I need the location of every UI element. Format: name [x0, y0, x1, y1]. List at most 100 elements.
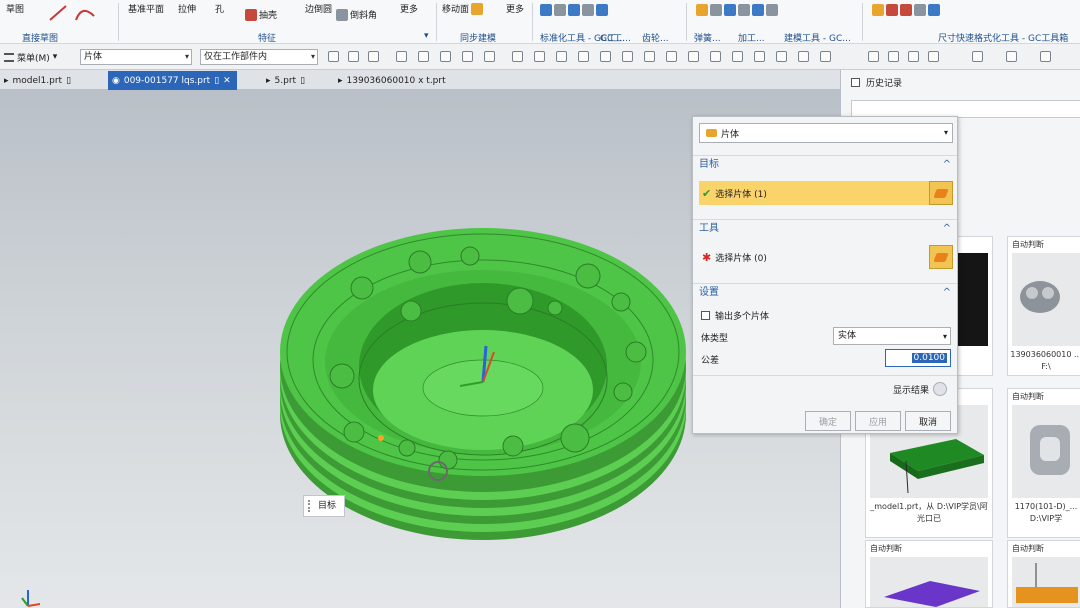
- rotate-icon[interactable]: [908, 51, 919, 62]
- feature-group-caret[interactable]: ▾: [424, 31, 429, 41]
- render-style-icon[interactable]: [972, 51, 983, 62]
- snap-icon-15[interactable]: [644, 51, 655, 62]
- tab-model1[interactable]: ▸ model1.prt ▯: [0, 71, 77, 90]
- sync-more-button[interactable]: 更多: [506, 2, 524, 15]
- snap-icon-2[interactable]: [348, 51, 359, 62]
- snap-icon-16[interactable]: [666, 51, 677, 62]
- tab-009-001577[interactable]: ◉ 009-001577 lqs.prt ▯ ✕: [108, 71, 237, 90]
- checkbox[interactable]: [701, 311, 710, 320]
- target-select-label: 选择片体 (1): [715, 189, 767, 200]
- snap-icon-23[interactable]: [820, 51, 831, 62]
- snap-icon-4[interactable]: [396, 51, 407, 62]
- snap-icon-21[interactable]: [776, 51, 787, 62]
- type-filter-dropdown[interactable]: 片体 ▾: [80, 49, 192, 65]
- tolerance-input[interactable]: 0.0100: [885, 349, 951, 367]
- group-label-spring[interactable]: 弹簧...: [694, 31, 721, 44]
- type-dropdown[interactable]: 片体 ▾: [699, 123, 953, 143]
- target-select-row[interactable]: ✔ 选择片体 (1): [699, 181, 931, 205]
- show-result-button[interactable]: 显示结果: [893, 382, 947, 396]
- history-header[interactable]: 历史记录: [851, 76, 902, 89]
- magnifier-icon: [933, 382, 947, 396]
- settings-section-title: 设置: [699, 287, 719, 298]
- group-label-gear[interactable]: 齿轮...: [642, 31, 669, 44]
- tool-section-header[interactable]: 工具 ^: [693, 219, 957, 237]
- chevron-up-icon: ^: [942, 223, 951, 234]
- history-card-caption: _model1.prt，从 D:\VIP学员\阿光口已: [870, 502, 988, 523]
- history-checkbox[interactable]: [851, 78, 860, 87]
- snap-icon-20[interactable]: [754, 51, 765, 62]
- ok-button[interactable]: 确定: [805, 411, 851, 431]
- shell-icon: [245, 8, 257, 21]
- gc-tools-icons[interactable]: [540, 4, 608, 16]
- history-card-title: 自动判断: [870, 544, 902, 553]
- view-orient-icon[interactable]: [1006, 51, 1017, 62]
- snap-icon-3[interactable]: [368, 51, 379, 62]
- group-label-machining[interactable]: 加工...: [738, 31, 765, 44]
- select-tool-button[interactable]: [929, 245, 953, 269]
- view-icon-4[interactable]: [928, 51, 939, 62]
- group-label-dimension-format[interactable]: 尺寸快速格式化工具 - GC工具箱: [938, 31, 1068, 44]
- shell-button[interactable]: 抽壳: [245, 8, 277, 21]
- snap-icon-7[interactable]: [462, 51, 473, 62]
- document-icon: ▯: [214, 75, 220, 86]
- hole-button[interactable]: 孔: [215, 2, 224, 15]
- history-card[interactable]: 自动判断 139036060010 ... F:\: [1007, 236, 1080, 376]
- history-card[interactable]: 自动判断: [1007, 540, 1080, 608]
- snap-icon-12[interactable]: [578, 51, 589, 62]
- cancel-button[interactable]: 取消: [905, 411, 951, 431]
- snap-icon-1[interactable]: [328, 51, 339, 62]
- extrude-button[interactable]: 拉伸: [178, 2, 196, 15]
- output-multiple-checkbox[interactable]: 输出多个片体: [701, 309, 769, 322]
- snap-icon-14[interactable]: [622, 51, 633, 62]
- snap-icon-17[interactable]: [688, 51, 699, 62]
- document-tabs: ▸ model1.prt ▯ ◉ 009-001577 lqs.prt ▯ ✕ …: [0, 70, 840, 90]
- selection-toolbar: 菜单(M) ▾ 片体 ▾ 仅在工作部件内 ▾: [0, 44, 1080, 70]
- body-type-value: 实体: [838, 331, 857, 341]
- snap-icon-18[interactable]: [710, 51, 721, 62]
- snap-icon-11[interactable]: [556, 51, 567, 62]
- history-card[interactable]: 自动判断: [865, 540, 993, 608]
- chamfer-button[interactable]: 倒斜角: [336, 8, 377, 21]
- move-face-button[interactable]: 移动面: [442, 2, 484, 15]
- dimension-tools-icons[interactable]: [872, 4, 940, 16]
- snap-icon-5[interactable]: [418, 51, 429, 62]
- part-file-icon: ▸: [4, 75, 9, 86]
- layer-icon[interactable]: [1040, 51, 1051, 62]
- tool-select-row[interactable]: ✱ 选择片体 (0): [699, 245, 931, 269]
- tab-5[interactable]: ▸ 5.prt ▯: [262, 71, 311, 90]
- menu-label: 菜单(M): [17, 53, 50, 64]
- snap-icon-22[interactable]: [798, 51, 809, 62]
- gc-tool-icon-1: [540, 4, 552, 16]
- datum-plane-button[interactable]: 基准平面: [128, 2, 164, 15]
- group-label-gc-tools[interactable]: GC工...: [600, 31, 631, 44]
- edge-blend-button[interactable]: 边倒圆: [305, 2, 332, 15]
- body-type-dropdown[interactable]: 实体 ▾: [833, 327, 951, 345]
- menu-button[interactable]: 菜单(M) ▾: [4, 49, 57, 65]
- sketch-button[interactable]: 草图: [6, 2, 24, 15]
- snap-icon-8[interactable]: [484, 51, 495, 62]
- apply-button[interactable]: 应用: [855, 411, 901, 431]
- select-sheet-button[interactable]: [929, 181, 953, 205]
- snap-icon-13[interactable]: [600, 51, 611, 62]
- check-icon: ✔: [702, 186, 712, 200]
- feature-more-button[interactable]: 更多: [400, 2, 418, 15]
- view-icon-1[interactable]: [868, 51, 879, 62]
- engine-block-icon: [1020, 281, 1060, 313]
- sketch-button-label: 草图: [6, 5, 25, 15]
- output-multiple-label: 输出多个片体: [715, 312, 770, 322]
- group-label-modeling-tools[interactable]: 建模工具 - GC...: [784, 31, 851, 44]
- snap-icon-9[interactable]: [512, 51, 523, 62]
- tolerance-label: 公差: [701, 356, 720, 366]
- snap-icon-19[interactable]: [732, 51, 743, 62]
- settings-section-header[interactable]: 设置 ^: [693, 283, 957, 301]
- target-section-header[interactable]: 目标 ^: [693, 155, 957, 173]
- tab-139036060010[interactable]: ▸ 139036060010 x t.prt: [334, 71, 452, 90]
- selection-scope-dropdown[interactable]: 仅在工作部件内 ▾: [200, 49, 318, 65]
- view-icon-2[interactable]: [888, 51, 899, 62]
- spring-tools-icons[interactable]: [696, 4, 778, 16]
- snap-icon-10[interactable]: [534, 51, 545, 62]
- history-card[interactable]: 自动判断 1170(101-D)_... D:\VIP学: [1007, 388, 1080, 538]
- curve-tools-icon[interactable]: [48, 4, 98, 22]
- close-icon[interactable]: ✕: [223, 76, 231, 86]
- snap-icon-6[interactable]: [440, 51, 451, 62]
